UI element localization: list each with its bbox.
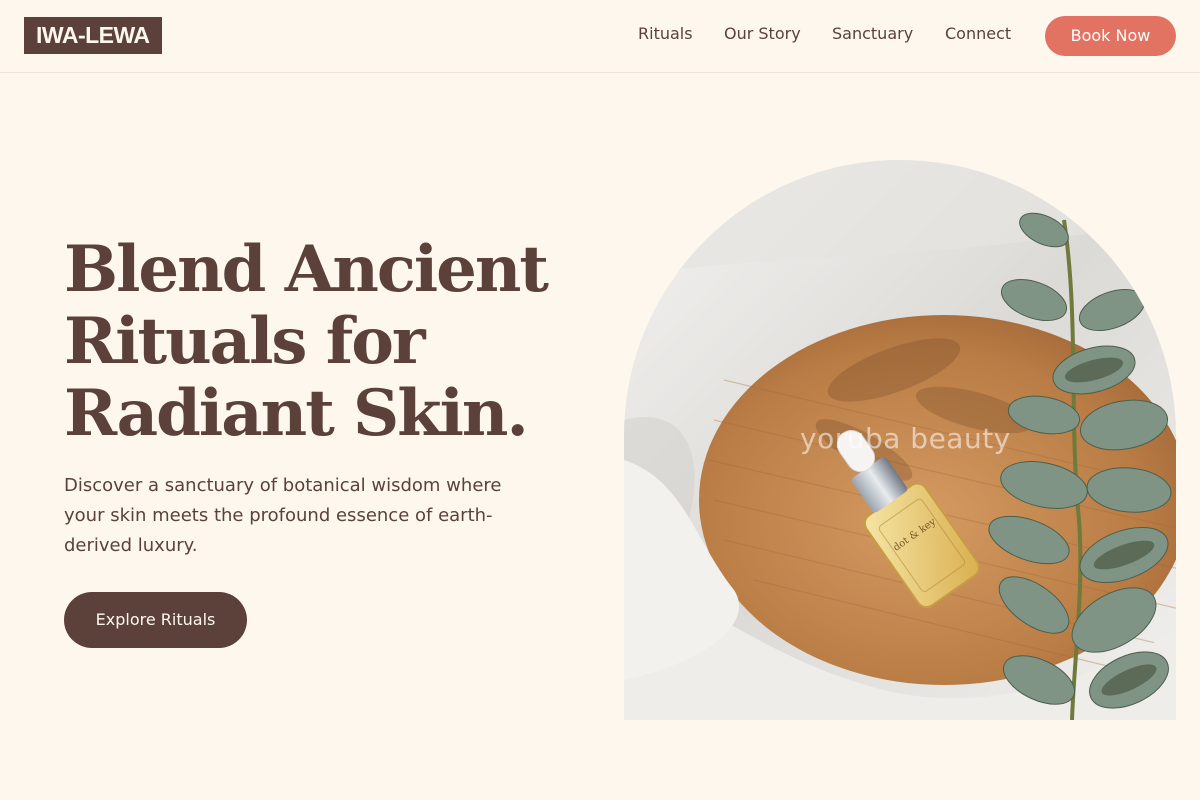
nav-link-rituals[interactable]: Rituals [638, 24, 693, 44]
nav-link-connect[interactable]: Connect [945, 24, 1011, 44]
explore-rituals-button[interactable]: Explore Rituals [64, 592, 247, 648]
nav-link-sanctuary[interactable]: Sanctuary [832, 24, 913, 44]
hero-title: Blend Ancient Rituals for Radiant Skin. [64, 234, 584, 450]
hero-product-image: dot & key yoruba beauty [624, 160, 1176, 720]
hero-description: Discover a sanctuary of botanical wisdom… [64, 475, 502, 556]
hero-title-line: Rituals for [64, 304, 426, 379]
site-header: IWA-LEWA Rituals Our Story Sanctuary Con… [0, 0, 1200, 73]
main-nav: Rituals Our Story Sanctuary Connect [0, 0, 1200, 72]
hero-title-line: Blend Ancient [64, 232, 549, 307]
image-watermark: yoruba beauty [800, 422, 1011, 455]
nav-link-our-story[interactable]: Our Story [724, 24, 801, 44]
book-now-button[interactable]: Book Now [1045, 16, 1176, 56]
hero-title-line: Radiant Skin. [64, 376, 529, 451]
